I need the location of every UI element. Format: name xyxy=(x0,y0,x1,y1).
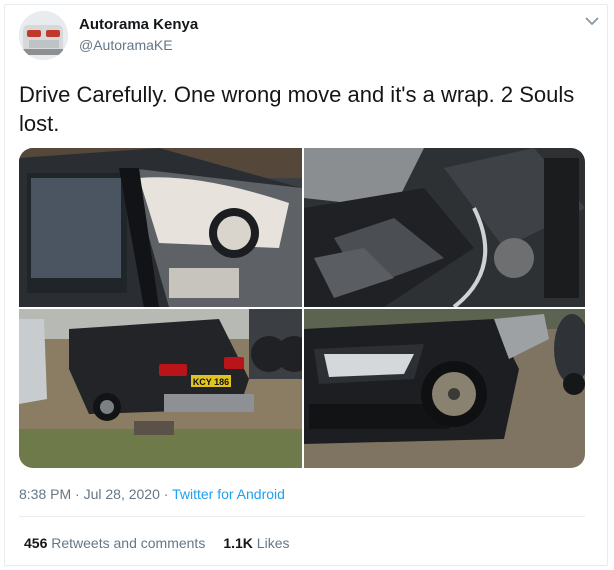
chevron-down-icon[interactable] xyxy=(584,14,600,26)
photo-wreck-front[interactable] xyxy=(304,309,585,468)
retweets-label: Retweets and comments xyxy=(51,535,206,551)
author-name[interactable]: Autorama Kenya xyxy=(79,16,198,33)
tweet-stats: 456 Retweets and comments 1.1K Likes xyxy=(24,535,289,551)
tweet-source-link[interactable]: Twitter for Android xyxy=(172,486,285,502)
likes-label: Likes xyxy=(256,535,290,551)
media-grid: KCY 186 xyxy=(19,148,585,468)
tweet-time[interactable]: 8:38 PM xyxy=(19,486,71,502)
photo-wreck-rear[interactable]: KCY 186 xyxy=(19,309,302,468)
divider xyxy=(19,516,585,517)
likes-count: 1.1K xyxy=(223,535,253,551)
tweet-date[interactable]: Jul 28, 2020 xyxy=(84,486,160,502)
meta-separator: · xyxy=(71,486,84,502)
photo-interior[interactable] xyxy=(19,148,302,307)
svg-text:KCY 186: KCY 186 xyxy=(193,377,229,387)
tweet-meta: 8:38 PM · Jul 28, 2020 · Twitter for And… xyxy=(19,486,285,502)
avatar-car-icon xyxy=(19,11,68,60)
author-handle[interactable]: @AutoramaKE xyxy=(79,37,173,53)
retweets-count: 456 xyxy=(24,535,48,551)
photo-crushed-body[interactable] xyxy=(304,148,585,307)
likes-stat[interactable]: 1.1K Likes xyxy=(223,535,289,551)
author-avatar[interactable] xyxy=(19,11,68,60)
tweet-text: Drive Carefully. One wrong move and it's… xyxy=(19,82,575,136)
meta-separator: · xyxy=(159,486,173,502)
retweets-stat[interactable]: 456 Retweets and comments xyxy=(24,535,205,551)
